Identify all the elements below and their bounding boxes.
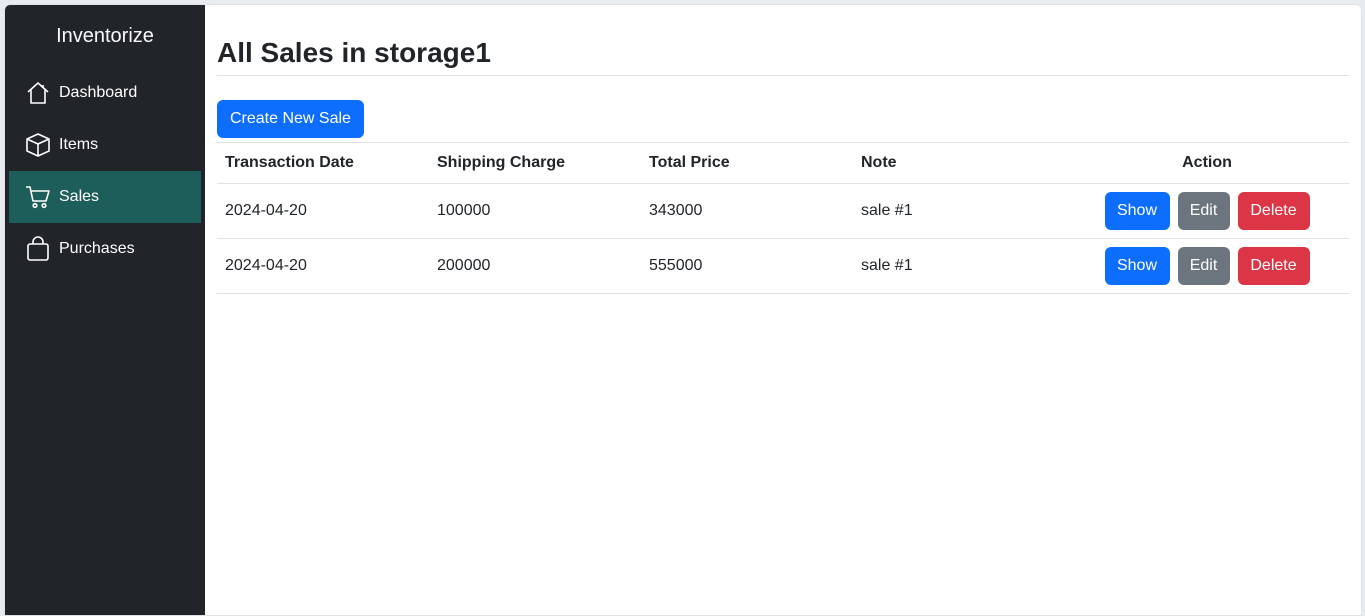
sidebar-item-purchases[interactable]: Purchases — [9, 223, 201, 275]
cell-total-price: 555000 — [641, 238, 853, 294]
sidebar-item-dashboard[interactable]: Dashboard — [9, 67, 201, 119]
table-row: 2024-04-20 100000 343000 sale #1 Show Edi… — [217, 183, 1349, 239]
page-title: All Sales in storage1 — [217, 5, 1349, 76]
column-header-action: Action — [1065, 142, 1349, 184]
box-icon — [25, 132, 51, 158]
house-icon — [25, 80, 51, 106]
delete-button[interactable]: Delete — [1237, 192, 1310, 230]
sidebar-nav: Dashboard Items Sales Purchases — [5, 67, 205, 275]
cell-note: sale #1 — [853, 183, 1065, 239]
sidebar: Inventorize Dashboard Items Sales Purcha… — [5, 5, 205, 615]
cell-transaction-date: 2024-04-20 — [217, 238, 429, 294]
sidebar-item-sales[interactable]: Sales — [9, 171, 201, 223]
cell-total-price: 343000 — [641, 183, 853, 239]
table-row: 2024-04-20 200000 555000 sale #1 Show Edi… — [217, 238, 1349, 294]
cell-transaction-date: 2024-04-20 — [217, 183, 429, 239]
cart-icon — [25, 184, 51, 210]
edit-button[interactable]: Edit — [1177, 247, 1230, 285]
column-header-transaction-date: Transaction Date — [217, 142, 429, 184]
cell-actions: Show Edit Delete — [1065, 183, 1349, 239]
edit-button[interactable]: Edit — [1177, 192, 1230, 230]
brand-logo[interactable]: Inventorize — [5, 5, 205, 67]
sidebar-item-label: Items — [59, 136, 99, 153]
column-header-shipping-charge: Shipping Charge — [429, 142, 641, 184]
bag-icon — [25, 236, 51, 262]
main-content: All Sales in storage1 Create New Sale Tr… — [217, 5, 1349, 615]
table-header-row: Transaction Date Shipping Charge Total P… — [217, 142, 1349, 184]
delete-button[interactable]: Delete — [1237, 247, 1310, 285]
sales-table: Transaction Date Shipping Charge Total P… — [217, 142, 1349, 294]
sidebar-item-label: Purchases — [59, 240, 135, 257]
show-button[interactable]: Show — [1104, 192, 1170, 230]
create-new-sale-button[interactable]: Create New Sale — [217, 100, 364, 138]
cell-actions: Show Edit Delete — [1065, 238, 1349, 294]
app-window: Inventorize Dashboard Items Sales Purcha… — [4, 4, 1362, 616]
show-button[interactable]: Show — [1104, 247, 1170, 285]
sidebar-item-items[interactable]: Items — [9, 119, 201, 171]
cell-shipping-charge: 100000 — [429, 183, 641, 239]
column-header-total-price: Total Price — [641, 142, 853, 184]
column-header-note: Note — [853, 142, 1065, 184]
cell-note: sale #1 — [853, 238, 1065, 294]
cell-shipping-charge: 200000 — [429, 238, 641, 294]
sidebar-item-label: Sales — [59, 188, 100, 205]
sidebar-item-label: Dashboard — [59, 84, 138, 101]
